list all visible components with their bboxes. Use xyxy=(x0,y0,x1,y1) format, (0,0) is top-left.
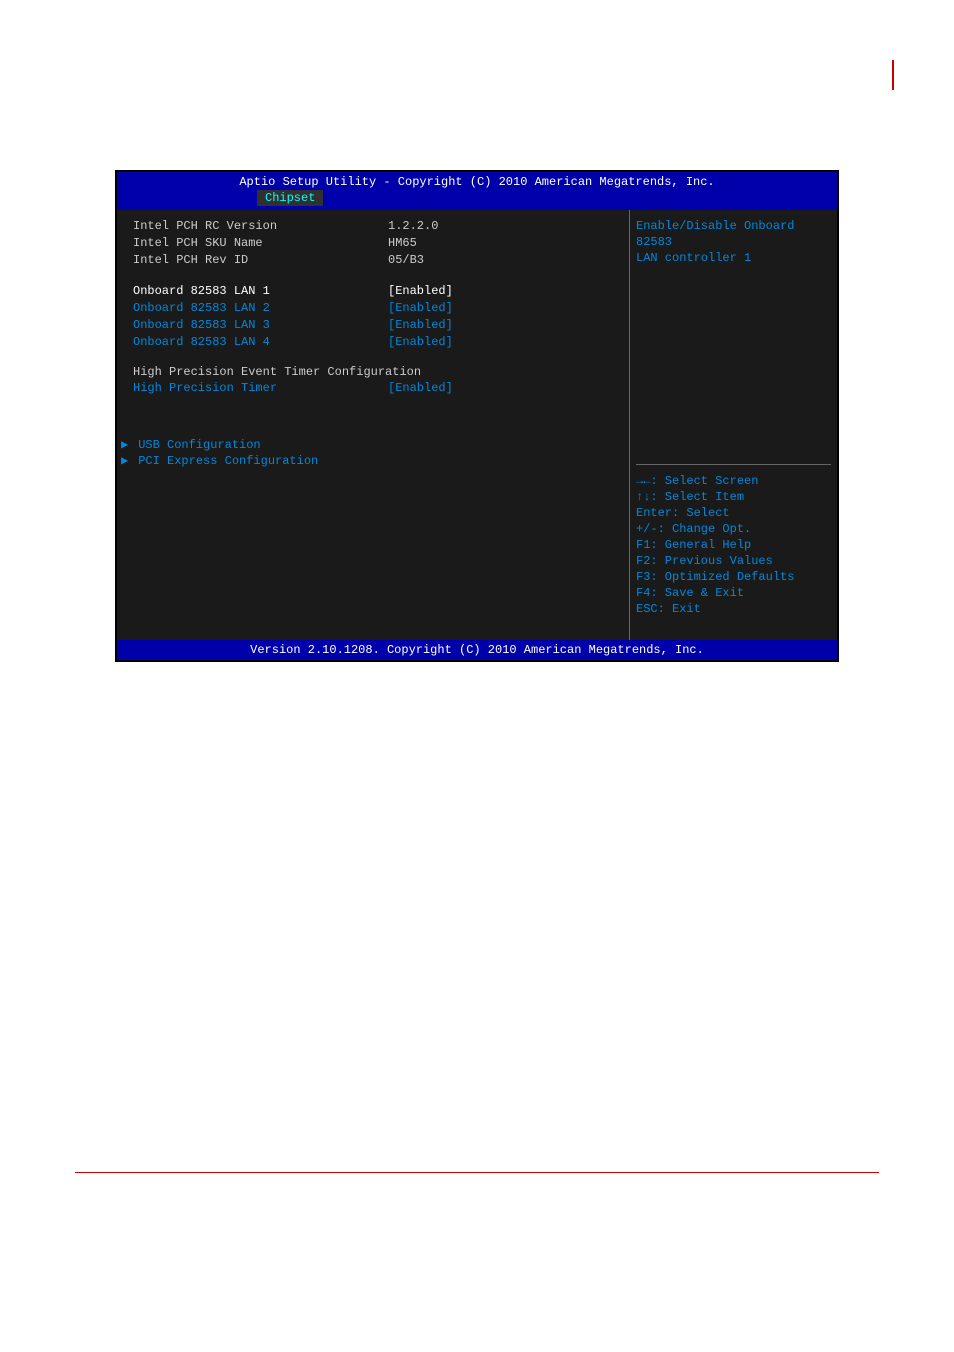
bios-left-pane: Intel PCH RC Version 1.2.2.0 Intel PCH S… xyxy=(117,210,630,640)
bios-body: Intel PCH RC Version 1.2.2.0 Intel PCH S… xyxy=(117,210,837,640)
info-value: HM65 xyxy=(388,235,417,251)
setting-lan1[interactable]: Onboard 82583 LAN 1 [Enabled] xyxy=(121,283,625,299)
bios-footer: Version 2.10.1208. Copyright (C) 2010 Am… xyxy=(117,640,837,660)
nav-help-line: ↑↓: Select Item xyxy=(636,489,831,505)
setting-value: [Enabled] xyxy=(388,317,453,333)
submenu-label: USB Configuration xyxy=(138,438,260,452)
page-edge-marker xyxy=(892,60,894,90)
bios-title: Aptio Setup Utility - Copyright (C) 2010… xyxy=(117,174,837,190)
bios-header: Aptio Setup Utility - Copyright (C) 2010… xyxy=(117,172,837,210)
tab-chipset[interactable]: Chipset xyxy=(257,190,323,206)
submenu-pci-express-configuration[interactable]: ▶ PCI Express Configuration xyxy=(121,453,625,469)
bios-right-pane: Enable/Disable Onboard 82583 LAN control… xyxy=(630,210,837,640)
help-line: Enable/Disable Onboard 82583 xyxy=(636,218,831,250)
info-label: Intel PCH RC Version xyxy=(121,218,388,234)
page-footer-bar xyxy=(75,1172,879,1188)
submenu-usb-configuration[interactable]: ▶ USB Configuration xyxy=(121,437,625,453)
nav-help-line: F3: Optimized Defaults xyxy=(636,569,831,585)
nav-help-line: ESC: Exit xyxy=(636,601,831,617)
setting-lan2[interactable]: Onboard 82583 LAN 2 [Enabled] xyxy=(121,300,625,316)
help-divider xyxy=(636,464,831,465)
bios-tab-row: Chipset xyxy=(117,190,837,208)
submenu-arrow-icon: ▶ xyxy=(121,453,131,469)
setting-value: [Enabled] xyxy=(388,300,453,316)
setting-hpet[interactable]: High Precision Timer [Enabled] xyxy=(121,380,625,396)
nav-help-line: +/-: Change Opt. xyxy=(636,521,831,537)
info-label: Intel PCH SKU Name xyxy=(121,235,388,251)
setting-lan3[interactable]: Onboard 82583 LAN 3 [Enabled] xyxy=(121,317,625,333)
submenu-arrow-icon: ▶ xyxy=(121,437,131,453)
hpet-section-header: High Precision Event Timer Configuration xyxy=(121,364,625,380)
help-line: LAN controller 1 xyxy=(636,250,831,266)
info-row: Intel PCH SKU Name HM65 xyxy=(121,235,625,251)
help-text: Enable/Disable Onboard 82583 LAN control… xyxy=(636,218,831,266)
submenu-label: PCI Express Configuration xyxy=(138,454,318,468)
setting-label: High Precision Timer xyxy=(121,380,388,396)
info-label: Intel PCH Rev ID xyxy=(121,252,388,268)
nav-help-line: →←: Select Screen xyxy=(636,473,831,489)
nav-help-line: F2: Previous Values xyxy=(636,553,831,569)
nav-help-line: F1: General Help xyxy=(636,537,831,553)
info-row: Intel PCH Rev ID 05/B3 xyxy=(121,252,625,268)
bios-screen: Aptio Setup Utility - Copyright (C) 2010… xyxy=(115,170,839,662)
info-row: Intel PCH RC Version 1.2.2.0 xyxy=(121,218,625,234)
setting-value: [Enabled] xyxy=(388,380,453,396)
nav-help: →←: Select Screen ↑↓: Select Item Enter:… xyxy=(636,473,831,617)
info-value: 05/B3 xyxy=(388,252,424,268)
setting-lan4[interactable]: Onboard 82583 LAN 4 [Enabled] xyxy=(121,334,625,350)
setting-value: [Enabled] xyxy=(388,334,453,350)
setting-label: Onboard 82583 LAN 3 xyxy=(121,317,388,333)
nav-help-line: F4: Save & Exit xyxy=(636,585,831,601)
nav-help-line: Enter: Select xyxy=(636,505,831,521)
info-value: 1.2.2.0 xyxy=(388,218,438,234)
setting-label: Onboard 82583 LAN 2 xyxy=(121,300,388,316)
setting-value: [Enabled] xyxy=(388,283,453,299)
setting-label: Onboard 82583 LAN 4 xyxy=(121,334,388,350)
setting-label: Onboard 82583 LAN 1 xyxy=(121,283,388,299)
